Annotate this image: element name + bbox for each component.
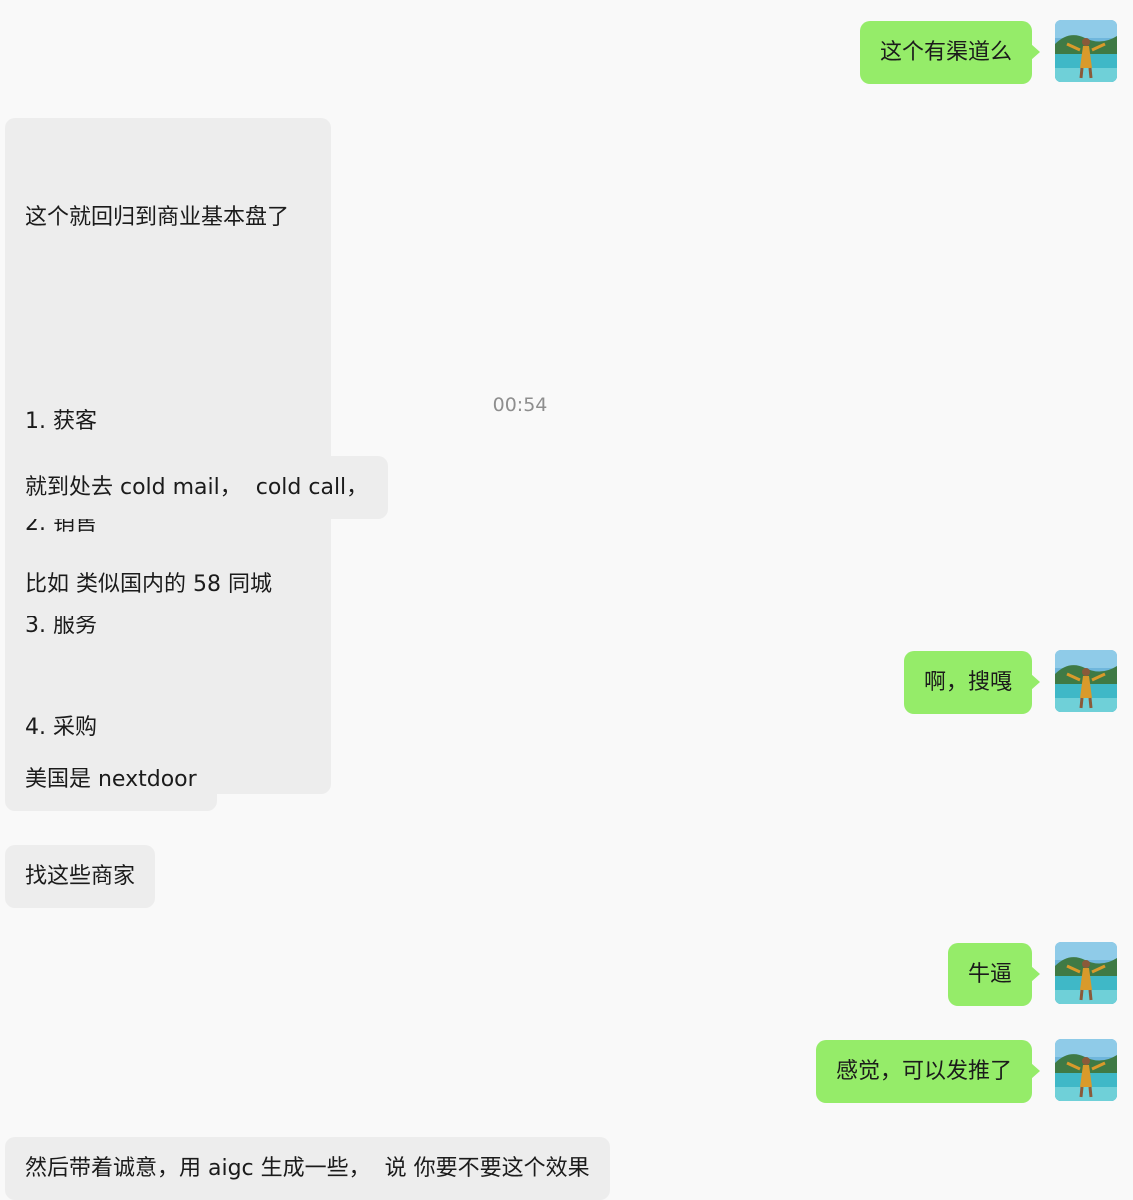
user-avatar[interactable] (1055, 1039, 1117, 1101)
message-text: 找这些商家 (25, 863, 136, 889)
outgoing-message-bubble[interactable]: 啊，搜嘎 (903, 651, 1041, 714)
incoming-message-bubble[interactable]: 然后带着诚意，用 aigc 生成一些， 说 你要不要这个效果 (5, 1137, 610, 1200)
message-text: 啊，搜嘎 (923, 669, 1012, 695)
message-text: 这个有渠道么 (879, 39, 1012, 65)
message-text: 然后带着诚意，用 aigc 生成一些， 说 你要不要这个效果 (25, 1155, 590, 1181)
user-avatar[interactable] (1055, 20, 1117, 82)
message-text: 美国是 nextdoor (25, 766, 197, 792)
avatar-image (1055, 942, 1117, 1004)
outgoing-message-bubble[interactable]: 感觉，可以发推了 (815, 1040, 1041, 1103)
incoming-message-bubble[interactable]: 就到处去 cold mail， cold call， (5, 456, 389, 519)
incoming-message-bubble[interactable]: 比如 类似国内的 58 同城 (5, 553, 292, 616)
message-line (25, 303, 311, 337)
message-text: 就到处去 cold mail， cold call， (25, 474, 369, 500)
message-text: 比如 类似国内的 58 同城 (25, 571, 272, 597)
user-avatar[interactable] (1055, 650, 1117, 712)
message-line: 4. 采购 (25, 715, 97, 740)
message-timestamp: 00:54 (492, 394, 548, 416)
message-line: 这个就回归到商业基本盘了 (25, 205, 290, 230)
outgoing-message-bubble[interactable]: 牛逼 (947, 943, 1041, 1006)
user-avatar[interactable] (1055, 942, 1117, 1004)
message-text: 感觉，可以发推了 (835, 1058, 1012, 1084)
outgoing-message-bubble[interactable]: 这个有渠道么 (859, 21, 1041, 84)
avatar-image (1055, 1039, 1117, 1101)
message-text: 牛逼 (967, 961, 1012, 987)
incoming-message-bubble[interactable]: 找这些商家 (5, 845, 156, 908)
incoming-message-bubble[interactable]: 美国是 nextdoor (5, 748, 217, 811)
avatar-image (1055, 20, 1117, 82)
avatar-image (1055, 650, 1117, 712)
